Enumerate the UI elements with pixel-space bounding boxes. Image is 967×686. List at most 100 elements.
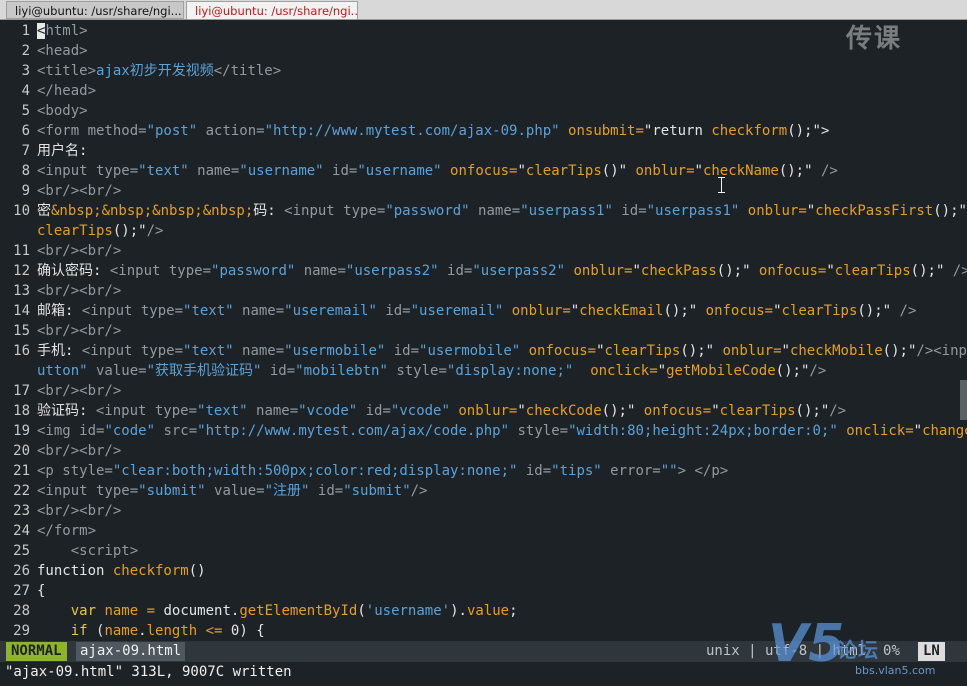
code-token: "usermobile" bbox=[284, 343, 386, 359]
code-token: action= bbox=[197, 123, 265, 139]
code-text: <body> bbox=[37, 101, 88, 121]
code-token: ();" bbox=[716, 263, 751, 279]
code-text: <br/><br/> bbox=[37, 241, 121, 261]
code-token: "text" bbox=[183, 343, 234, 359]
code-text: </head> bbox=[37, 81, 96, 101]
code-token: clearTips bbox=[525, 163, 602, 179]
code-token: "usermobile" bbox=[419, 343, 521, 359]
code-token: "userpass1" bbox=[646, 203, 740, 219]
code-token: <input type= bbox=[95, 403, 198, 419]
code-token: clearTips bbox=[719, 403, 796, 419]
code-token: ();" bbox=[933, 203, 967, 219]
code-token: checkMobile bbox=[789, 343, 883, 359]
code-token: <form method= bbox=[37, 123, 147, 139]
code-token: name bbox=[104, 603, 139, 619]
chuanke-watermark-logo: 传课 bbox=[846, 24, 903, 54]
code-token: name= bbox=[469, 203, 521, 219]
vlan5-watermark-text: 论坛 bbox=[837, 638, 879, 662]
code-text: <br/><br/> bbox=[37, 321, 121, 341]
code-token: " bbox=[632, 263, 641, 279]
code-token: ( bbox=[357, 603, 366, 619]
code-token: </form> bbox=[37, 523, 97, 539]
code-token: id= bbox=[323, 163, 358, 179]
code-token: ();" bbox=[857, 303, 892, 319]
code-token: /> bbox=[812, 163, 838, 179]
code-token: <p style= bbox=[37, 463, 113, 479]
code-token: "http://www.mytest.com/ajax-09.php" bbox=[264, 123, 560, 139]
code-token: id= bbox=[309, 483, 344, 499]
code-token: utton" bbox=[37, 363, 88, 379]
terminal-tab-2-active[interactable]: liyi@ubuntu: /usr/share/ngi... bbox=[186, 1, 358, 19]
code-token: value bbox=[466, 603, 510, 619]
code-token: <body> bbox=[37, 103, 88, 119]
line-number: 25 bbox=[13, 543, 30, 559]
code-text: <title>ajax初步开发视频</title> bbox=[37, 61, 281, 81]
code-text: 验证码: <input type="text" name="vcode" id=… bbox=[37, 401, 846, 421]
code-text: <br/><br/> bbox=[37, 181, 121, 201]
code-token: 密 bbox=[37, 203, 51, 219]
code-token: id= bbox=[261, 363, 296, 379]
code-token: "tips" bbox=[551, 463, 602, 479]
code-token: "vcode" bbox=[390, 403, 450, 419]
code-token: > </p> bbox=[677, 463, 729, 479]
scrollbar-thumb[interactable] bbox=[960, 380, 967, 420]
vim-editor-pane[interactable]: 1 <html> 2 <head> 3 <title>ajax初步开发视频</title>… bbox=[0, 21, 967, 641]
code-token: ();" bbox=[882, 343, 917, 359]
line-number: 5 bbox=[21, 103, 30, 119]
code-token: changeCode bbox=[922, 423, 967, 439]
code-token: onfocus= bbox=[635, 403, 712, 419]
code-token: "submit" bbox=[138, 483, 206, 499]
code-token: { bbox=[37, 583, 46, 599]
mouse-ibeam-cursor-icon bbox=[718, 177, 725, 193]
line-number: 12 bbox=[13, 263, 30, 279]
code-token: ();"> bbox=[787, 123, 830, 139]
code-token: function bbox=[37, 563, 113, 579]
code-token: onblur= bbox=[714, 343, 782, 359]
code-token: length bbox=[146, 623, 198, 639]
line-number: 7 bbox=[21, 143, 30, 159]
code-token: name bbox=[104, 623, 139, 639]
line-number: 4 bbox=[21, 83, 30, 99]
code-token: checkform bbox=[711, 123, 788, 139]
code-text: <br/><br/> bbox=[37, 441, 121, 461]
code-token: id= bbox=[612, 203, 647, 219]
code-token: &nbsp;&nbsp;&nbsp;&nbsp; bbox=[51, 203, 254, 219]
code-token: " bbox=[806, 203, 816, 219]
line-number: 24 bbox=[13, 523, 30, 539]
code-token: clearTips bbox=[781, 303, 858, 319]
code-token: " bbox=[596, 343, 605, 359]
code-token: "display:none;" bbox=[446, 363, 574, 379]
terminal-tab-bar: liyi@ubuntu: /usr/share/ngi... liyi@ubun… bbox=[0, 0, 967, 20]
code-token: <script> bbox=[37, 543, 139, 559]
code-token: "" bbox=[660, 463, 678, 479]
code-token: <br/><br/> bbox=[37, 503, 122, 519]
code-token: "http://www.mytest.com/ajax/code.php" bbox=[197, 423, 510, 439]
code-token: "获取手机验证码" bbox=[146, 363, 262, 379]
code-token: <input type= bbox=[37, 483, 139, 499]
code-token: id= bbox=[357, 403, 391, 419]
code-token: <input type= bbox=[109, 263, 212, 279]
code-token: <input type= bbox=[284, 203, 386, 219]
code-token: " bbox=[781, 343, 790, 359]
line-number: 13 bbox=[13, 283, 30, 299]
code-text: <html> bbox=[37, 21, 88, 41]
code-token: getMobileCode bbox=[666, 363, 776, 379]
code-text: var name = document.getElementById('user… bbox=[37, 601, 518, 621]
code-token: if bbox=[37, 623, 97, 639]
code-token: onfocus= bbox=[441, 163, 518, 179]
code-token: " bbox=[826, 263, 835, 279]
code-token: "text" bbox=[197, 403, 248, 419]
code-token: name= bbox=[247, 403, 299, 419]
code-token: id= bbox=[385, 343, 420, 359]
code-token: "text" bbox=[183, 303, 234, 319]
code-token: "注册" bbox=[264, 483, 310, 499]
code-token: onfocus= bbox=[750, 263, 827, 279]
code-token: /> bbox=[410, 483, 428, 499]
code-token: ();" bbox=[663, 303, 698, 319]
code-token: = bbox=[146, 603, 156, 619]
code-token: 码: bbox=[253, 203, 285, 219]
code-token: src= bbox=[155, 423, 198, 439]
terminal-tab-1[interactable]: liyi@ubuntu: /usr/share/ngi... bbox=[6, 1, 184, 19]
code-token: "userpass1" bbox=[520, 203, 613, 219]
code-token: name= bbox=[295, 263, 346, 279]
